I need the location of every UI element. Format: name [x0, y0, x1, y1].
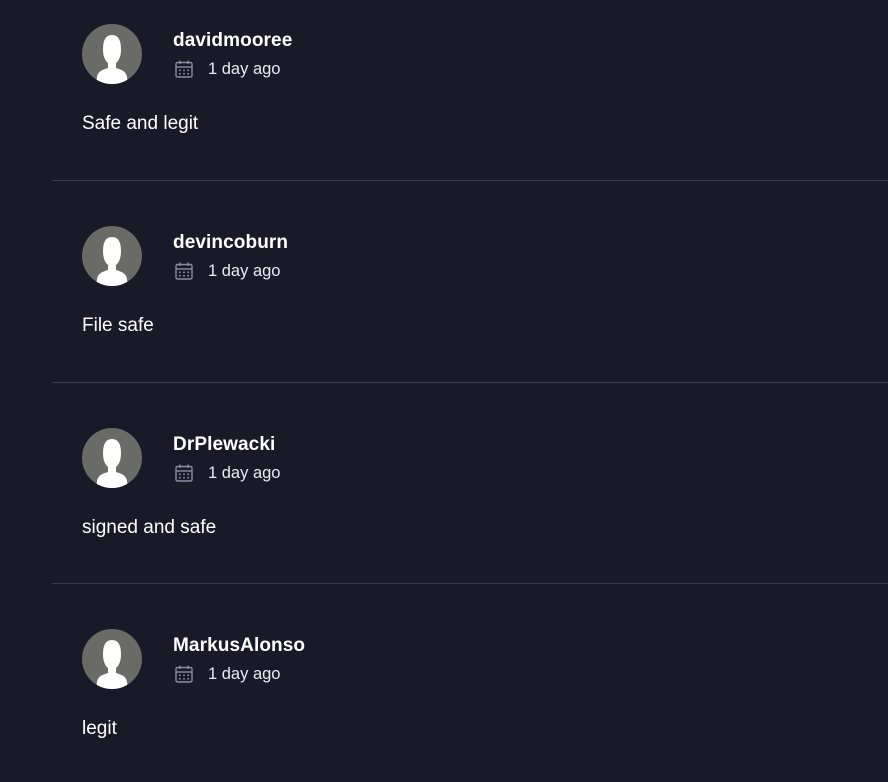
comment-username[interactable]: davidmooree	[173, 30, 292, 52]
calendar-icon	[175, 262, 193, 280]
comment-text: signed and safe	[82, 517, 217, 538]
comment-username[interactable]: DrPlewacki	[173, 434, 275, 456]
user-avatar-icon[interactable]	[82, 24, 142, 84]
user-avatar-icon[interactable]	[82, 226, 142, 286]
comment-meta: 1 day ago	[174, 462, 280, 484]
comment-timestamp: 1 day ago	[208, 59, 281, 78]
comment-list: davidmooree 1 day ago Safe and legit dev…	[0, 0, 888, 782]
calendar-icon	[175, 60, 193, 78]
comment-username[interactable]: MarkusAlonso	[173, 635, 305, 657]
comment-meta: 1 day ago	[174, 58, 280, 80]
avatar-silhouette-icon	[96, 35, 128, 84]
comment-username[interactable]: devincoburn	[173, 232, 288, 254]
comment-text: File safe	[82, 315, 154, 336]
avatar-silhouette-icon	[96, 439, 128, 488]
calendar-icon	[175, 464, 193, 482]
comment-divider	[52, 583, 888, 584]
comment-divider	[52, 180, 888, 181]
calendar-icon	[175, 665, 193, 683]
comment-timestamp: 1 day ago	[208, 261, 281, 280]
comment-meta: 1 day ago	[174, 663, 280, 685]
comment-text: legit	[82, 718, 117, 739]
comment-timestamp: 1 day ago	[208, 463, 281, 482]
comment-divider	[52, 382, 888, 383]
comment-timestamp: 1 day ago	[208, 664, 281, 683]
comment-text: Safe and legit	[82, 113, 199, 134]
comment-meta: 1 day ago	[174, 260, 280, 282]
avatar-silhouette-icon	[96, 640, 128, 689]
user-avatar-icon[interactable]	[82, 629, 142, 689]
user-avatar-icon[interactable]	[82, 428, 142, 488]
avatar-silhouette-icon	[96, 237, 128, 286]
